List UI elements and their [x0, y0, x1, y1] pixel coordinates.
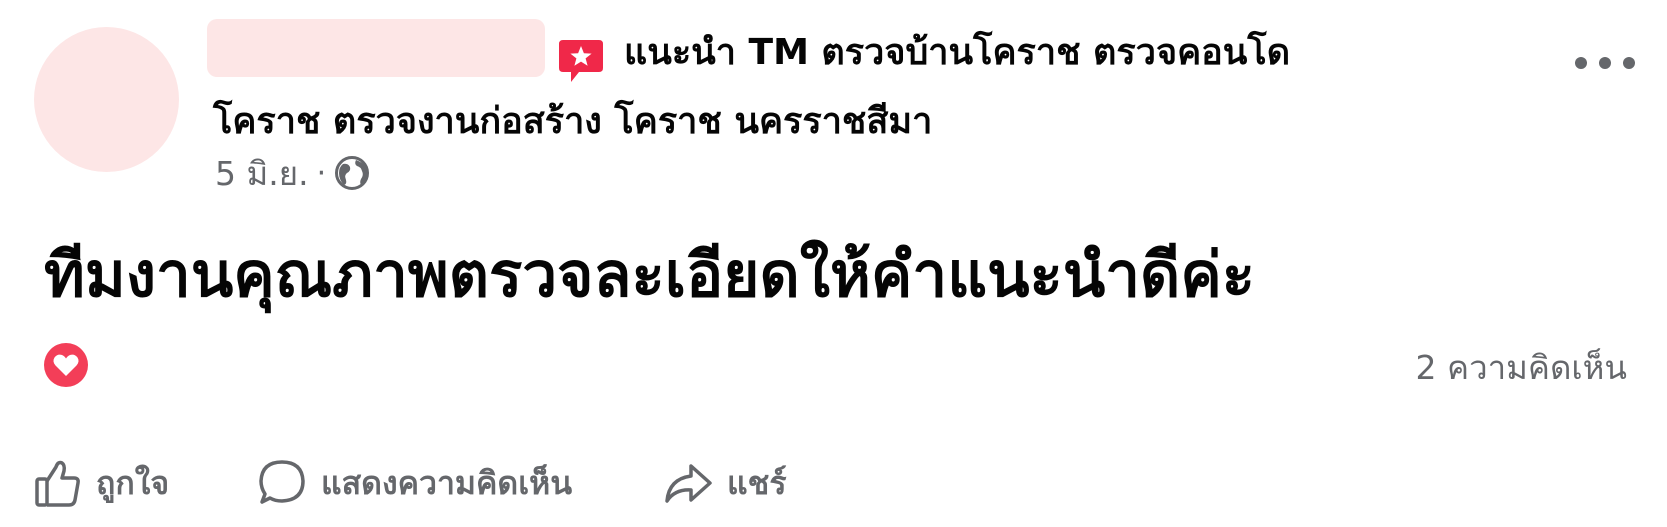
comment-count[interactable]: 2 ความคิดเห็น [1416, 345, 1627, 391]
post-message: ทีมงานคุณภาพตรวจละเอียดให้คำแนะนำดีค่ะ [44, 238, 1256, 311]
more-options-icon[interactable] [1575, 46, 1635, 80]
feed-post: แนะนำ TM ตรวจบ้านโคราช ตรวจคอนโด โคราช ต… [0, 0, 1667, 527]
love-reaction-icon[interactable] [42, 341, 90, 389]
comment-bubble-icon [259, 460, 305, 504]
star-badge-icon [559, 40, 603, 82]
author-name-redacted[interactable] [207, 19, 545, 77]
share-button[interactable]: แชร์ [663, 455, 787, 511]
avatar[interactable] [34, 27, 179, 172]
more-dot [1575, 57, 1587, 69]
more-dot [1623, 57, 1635, 69]
meta-separator: · [316, 155, 327, 191]
share-arrow-icon [665, 464, 712, 503]
post-meta: 5 มิ.ย. · [215, 150, 370, 196]
share-label: แชร์ [727, 463, 787, 502]
thumbs-up-icon [35, 460, 80, 507]
more-dot [1599, 57, 1611, 69]
like-label: ถูกใจ [96, 463, 170, 502]
post-date[interactable]: 5 มิ.ย. [215, 147, 309, 200]
group-name-line-2[interactable]: โคราช ตรวจงานก่อสร้าง โคราช นครราชสีมา [213, 97, 932, 147]
like-button[interactable]: ถูกใจ [34, 455, 169, 511]
group-name-line-1[interactable]: แนะนำ TM ตรวจบ้านโคราช ตรวจคอนโด [624, 28, 1290, 78]
comment-label: แสดงความคิดเห็น [321, 463, 573, 502]
globe-icon [335, 156, 370, 190]
comment-button[interactable]: แสดงความคิดเห็น [257, 455, 572, 511]
